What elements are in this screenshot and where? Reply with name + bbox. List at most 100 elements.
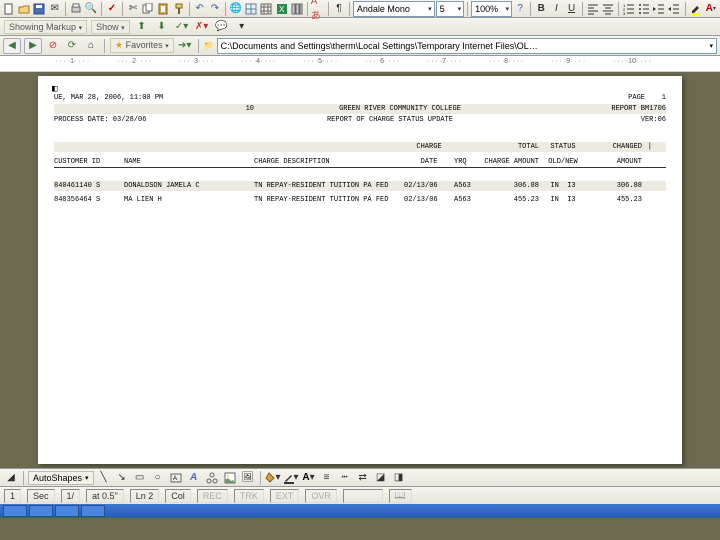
textbox-icon[interactable]: A [168, 470, 184, 486]
status-bar: 1 Sec 1/ at 0.5" Ln 2 Col REC TRK EXT OV… [0, 486, 720, 504]
sb-at: at 0.5" [86, 489, 124, 503]
line-style-icon[interactable]: ≡ [319, 470, 335, 486]
insert-table-icon[interactable] [259, 1, 273, 17]
drawing-icon[interactable]: Aあ [311, 1, 325, 17]
size-dropdown[interactable]: 5 [436, 1, 465, 17]
task-item[interactable] [55, 505, 79, 517]
line-color-icon[interactable]: ▾ [283, 470, 299, 486]
col-name: NAME [124, 158, 254, 166]
format-painter-icon[interactable] [172, 1, 186, 17]
excel-icon[interactable]: X [274, 1, 288, 17]
dash-style-icon[interactable]: ┅ [337, 470, 353, 486]
go-icon[interactable]: ➔▾ [177, 38, 193, 54]
rect-icon[interactable]: ▭ [132, 470, 148, 486]
document-area: ◧ UE, MAR 28, 2006, 11:00 PM PAGE 1 10 G… [0, 72, 720, 468]
bold-icon[interactable]: B [534, 1, 548, 17]
comment-icon[interactable]: 💬 [214, 19, 230, 35]
address-input[interactable]: C:\Documents and Settings\therm\Local Se… [217, 38, 717, 54]
redo-icon[interactable]: ↷ [208, 1, 222, 17]
address-toolbar: ◀ ▶ ⊘ ⟳ ⌂ ★ Favorites ▾ ➔▾ 📁 C:\Document… [0, 36, 720, 56]
spell-icon[interactable]: ✓ [105, 1, 119, 17]
back-button[interactable]: ◀ [3, 38, 21, 54]
sb-ovr: OVR [305, 489, 337, 503]
line-icon[interactable]: ╲ [96, 470, 112, 486]
cut-icon[interactable]: ✄ [126, 1, 140, 17]
italic-icon[interactable]: I [549, 1, 563, 17]
reject-icon[interactable]: ✗▾ [194, 19, 210, 35]
task-item[interactable] [3, 505, 27, 517]
mail-icon[interactable]: ✉ [48, 1, 62, 17]
paste-icon[interactable] [156, 1, 170, 17]
print-icon[interactable] [69, 1, 83, 17]
align-left-icon[interactable] [586, 1, 600, 17]
draw-menu-icon[interactable]: ◢ [3, 470, 19, 486]
shadow-icon[interactable]: ◪ [373, 470, 389, 486]
task-item[interactable] [81, 505, 105, 517]
next-change-icon[interactable]: ⬇ [154, 19, 170, 35]
zoom-dropdown[interactable]: 100% [471, 1, 512, 17]
highlight-icon[interactable] [688, 1, 702, 17]
align-center-icon[interactable] [601, 1, 615, 17]
sb-page: 1 [4, 489, 21, 503]
font-color2-icon[interactable]: A▾ [301, 470, 317, 486]
sb-secv: 1/ [61, 489, 81, 503]
fill-color-icon[interactable]: ▾ [265, 470, 281, 486]
preview-icon[interactable]: 🔍 [84, 1, 98, 17]
svg-text:A: A [173, 476, 177, 482]
columns-icon[interactable] [290, 1, 304, 17]
report-dateline: UE, MAR 28, 2006, 11:00 PM [54, 94, 234, 102]
sb-rec: REC [197, 489, 228, 503]
bullet-list-icon[interactable] [637, 1, 651, 17]
forward-button[interactable]: ▶ [24, 38, 42, 54]
para-icon[interactable]: ¶ [332, 1, 346, 17]
outdent-icon[interactable] [652, 1, 666, 17]
col-customer-id: CUSTOMER ID [54, 158, 124, 166]
report-code: REPORT BM1706 [546, 105, 666, 113]
autoshapes-button[interactable]: AutoShapes ▾ [28, 471, 94, 485]
picture-icon[interactable]: 🖼 [240, 470, 256, 486]
undo-icon[interactable]: ↶ [193, 1, 207, 17]
help-icon[interactable]: ? [513, 1, 527, 17]
wordart-icon[interactable]: A [186, 470, 202, 486]
clipart-icon[interactable] [222, 470, 238, 486]
prev-change-icon[interactable]: ⬆ [134, 19, 150, 35]
copy-icon[interactable] [141, 1, 155, 17]
ruler: · · · ·1· · · ·· · · ·2· · · ·· · · ·3· … [0, 56, 720, 72]
refresh-icon[interactable]: ⟳ [64, 38, 80, 54]
font-color-icon[interactable]: A▾ [704, 1, 718, 17]
report-college: GREEN RIVER COMMUNITY COLLEGE [254, 105, 546, 113]
report-ver: VER:06 [546, 116, 666, 124]
3d-icon[interactable]: ◨ [391, 470, 407, 486]
format-toolbar: ✉ 🔍 ✓ ✄ ↶ ↷ 🌐 X Aあ ¶ Andale Mono 5 100% … [0, 0, 720, 18]
save-icon[interactable] [32, 1, 46, 17]
numbered-list-icon[interactable]: 123 [622, 1, 636, 17]
oval-icon[interactable]: ○ [150, 470, 166, 486]
tables-icon[interactable] [244, 1, 258, 17]
hyperlink-icon[interactable]: 🌐 [229, 1, 243, 17]
diagram-icon[interactable] [204, 470, 220, 486]
sb-ext: EXT [270, 489, 300, 503]
new-doc-icon[interactable] [2, 1, 16, 17]
sb-book-icon: 📖 [389, 489, 412, 503]
home-icon[interactable]: ⌂ [83, 38, 99, 54]
showing-markup-label: Showing Markup ▾ [4, 20, 87, 34]
report-title: REPORT OF CHARGE STATUS UPDATE [234, 116, 546, 124]
accept-icon[interactable]: ✓▾ [174, 19, 190, 35]
page-corner-icon: ◧ [52, 84, 57, 94]
sb-sec: Sec [27, 489, 55, 503]
markup-toolbar: Showing Markup ▾ Show ▾ ⬆ ⬇ ✓▾ ✗▾ 💬 ▾ [0, 18, 720, 36]
favorites-button[interactable]: ★ Favorites ▾ [110, 38, 174, 53]
font-dropdown[interactable]: Andale Mono [353, 1, 435, 17]
svg-text:3: 3 [623, 11, 626, 15]
arrow-icon[interactable]: ↘ [114, 470, 130, 486]
process-date: PROCESS DATE: 03/28/06 [54, 116, 234, 124]
arrow-style-icon[interactable]: ⇄ [355, 470, 371, 486]
underline-icon[interactable]: U [564, 1, 578, 17]
table-row: 840461140 SDONALDSON JAMELA CTN REPAY-RE… [54, 181, 666, 191]
stop-icon[interactable]: ⊘ [45, 38, 61, 54]
show-dropdown[interactable]: Show ▾ [91, 20, 130, 34]
open-icon[interactable] [17, 1, 31, 17]
highlight2-icon[interactable]: ▾ [234, 19, 250, 35]
indent-icon[interactable] [667, 1, 681, 17]
task-item[interactable] [29, 505, 53, 517]
